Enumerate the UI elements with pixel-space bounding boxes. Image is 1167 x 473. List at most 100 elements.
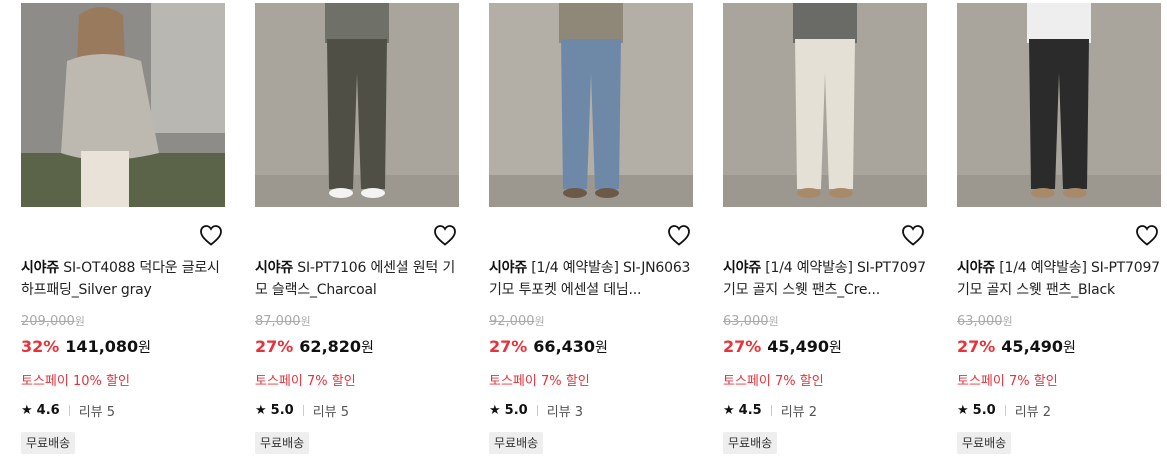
brand-name: 시야쥬 — [489, 260, 528, 276]
star-icon: ★ — [255, 403, 267, 418]
star-icon: ★ — [957, 403, 969, 418]
model-top — [559, 3, 623, 43]
sale-price: 27% 45,490원 — [957, 337, 1076, 357]
left-shoe — [797, 188, 821, 198]
review-count: 리뷰 5 — [312, 405, 350, 420]
photo-floor — [489, 175, 693, 207]
discount-rate: 27% — [723, 337, 762, 356]
brand-name: 시야쥬 — [957, 260, 996, 276]
product-image[interactable] — [489, 3, 693, 207]
divider — [68, 405, 70, 416]
sale-price: 27% 45,490원 — [723, 337, 842, 357]
product-photo — [255, 3, 459, 207]
photo-wall — [151, 3, 225, 133]
free-shipping-badge: 무료배송 — [21, 432, 76, 454]
sale-price: 27% 62,820원 — [255, 337, 374, 357]
sale-price: 27% 66,430원 — [489, 337, 608, 357]
wishlist-heart-icon[interactable] — [1135, 224, 1159, 246]
product-card[interactable]: 시야쥬 SI-OT4088 덕다운 글로시 하프패딩_Silver gray 2… — [21, 3, 225, 454]
product-title[interactable]: 시야쥬 [1/4 예약발송] SI-JN6063 기모 투포켓 에센셜 데님..… — [489, 257, 693, 301]
sale-price-value: 62,820 — [299, 337, 362, 356]
wishlist-heart-icon[interactable] — [667, 224, 691, 246]
wishlist-heart-icon[interactable] — [433, 224, 457, 246]
brand-name: 시야쥬 — [21, 260, 60, 276]
rating-score: 5.0 — [270, 403, 294, 418]
free-shipping-badge: 무료배송 — [957, 432, 1012, 454]
original-price: 63,000원 — [957, 313, 1013, 329]
toss-pay-promo: 토스페이 7% 할인 — [723, 374, 824, 389]
rating-score: 4.6 — [36, 403, 60, 418]
original-price-value: 63,000 — [723, 314, 769, 329]
star-icon: ★ — [21, 403, 33, 418]
original-price-value: 92,000 — [489, 314, 535, 329]
toss-pay-promo: 토스페이 7% 할인 — [255, 374, 356, 389]
right-shoe — [595, 188, 619, 198]
currency-unit: 원 — [768, 315, 779, 328]
original-price: 87,000원 — [255, 313, 311, 329]
left-shoe — [563, 188, 587, 198]
rating-row: ★ 4.5 리뷰 2 — [723, 401, 817, 420]
toss-pay-promo: 토스페이 7% 할인 — [957, 374, 1058, 389]
left-shoe — [1031, 188, 1055, 198]
rating-row: ★ 5.0 리뷰 5 — [255, 401, 349, 420]
product-card[interactable]: 시야쥬 SI-PT7106 에센셜 원턱 기모 슬랙스_Charcoal 87,… — [255, 3, 459, 454]
photo-floor — [255, 175, 459, 207]
star-icon: ★ — [489, 403, 501, 418]
original-price: 209,000원 — [21, 313, 85, 329]
divider — [770, 405, 772, 416]
rating-row: ★ 5.0 리뷰 2 — [957, 401, 1051, 420]
discount-rate: 32% — [21, 337, 60, 356]
free-shipping-badge: 무료배송 — [489, 432, 544, 454]
sale-price-value: 45,490 — [1001, 337, 1064, 356]
product-image[interactable] — [723, 3, 927, 207]
model-pants — [81, 151, 129, 207]
currency-unit: 원 — [1002, 315, 1013, 328]
right-shoe — [829, 188, 853, 198]
sale-price: 32% 141,080원 — [21, 337, 151, 357]
discount-rate: 27% — [255, 337, 294, 356]
currency-unit: 원 — [829, 340, 842, 356]
review-count: 리뷰 3 — [546, 405, 584, 420]
sale-price-value: 66,430 — [533, 337, 596, 356]
product-photo — [957, 3, 1161, 207]
product-photo — [21, 3, 225, 207]
discount-rate: 27% — [489, 337, 528, 356]
product-image[interactable] — [957, 3, 1161, 207]
wishlist-heart-icon[interactable] — [199, 224, 223, 246]
currency-unit: 원 — [595, 340, 608, 356]
product-grid: 시야쥬 SI-OT4088 덕다운 글로시 하프패딩_Silver gray 2… — [0, 0, 1167, 473]
product-card[interactable]: 시야쥬 [1/4 예약발송] SI-JN6063 기모 투포켓 에센셜 데님..… — [489, 3, 693, 454]
toss-pay-promo: 토스페이 7% 할인 — [489, 374, 590, 389]
currency-unit: 원 — [300, 315, 311, 328]
product-title[interactable]: 시야쥬 [1/4 예약발송] SI-PT7097 기모 골지 스웻 팬츠_Cre… — [723, 257, 927, 301]
product-title[interactable]: 시야쥬 SI-PT7106 에센셜 원턱 기모 슬랙스_Charcoal — [255, 257, 459, 301]
currency-unit: 원 — [138, 340, 152, 356]
product-card[interactable]: 시야쥬 [1/4 예약발송] SI-PT7097 기모 골지 스웻 팬츠_Bla… — [957, 3, 1161, 454]
original-price-value: 209,000 — [21, 314, 75, 329]
product-photo — [489, 3, 693, 207]
divider — [1004, 405, 1006, 416]
divider — [302, 405, 304, 416]
currency-unit: 원 — [1063, 340, 1076, 356]
original-price: 92,000원 — [489, 313, 545, 329]
product-photo — [723, 3, 927, 207]
currency-unit: 원 — [74, 315, 85, 328]
product-title[interactable]: 시야쥬 [1/4 예약발송] SI-PT7097 기모 골지 스웻 팬츠_Bla… — [957, 257, 1161, 301]
product-title[interactable]: 시야쥬 SI-OT4088 덕다운 글로시 하프패딩_Silver gray — [21, 257, 225, 301]
rating-row: ★ 5.0 리뷰 3 — [489, 401, 583, 420]
wishlist-heart-icon[interactable] — [901, 224, 925, 246]
currency-unit: 원 — [361, 340, 374, 356]
brand-name: 시야쥬 — [723, 260, 762, 276]
sale-price-value: 141,080 — [65, 337, 139, 356]
original-price: 63,000원 — [723, 313, 779, 329]
original-price-value: 63,000 — [957, 314, 1003, 329]
rating-score: 5.0 — [504, 403, 528, 418]
product-card[interactable]: 시야쥬 [1/4 예약발송] SI-PT7097 기모 골지 스웻 팬츠_Cre… — [723, 3, 927, 454]
model-top — [1027, 3, 1091, 43]
rating-score: 4.5 — [738, 403, 762, 418]
brand-name: 시야쥬 — [255, 260, 294, 276]
currency-unit: 원 — [534, 315, 545, 328]
product-image[interactable] — [21, 3, 225, 207]
sale-price-value: 45,490 — [767, 337, 830, 356]
product-image[interactable] — [255, 3, 459, 207]
